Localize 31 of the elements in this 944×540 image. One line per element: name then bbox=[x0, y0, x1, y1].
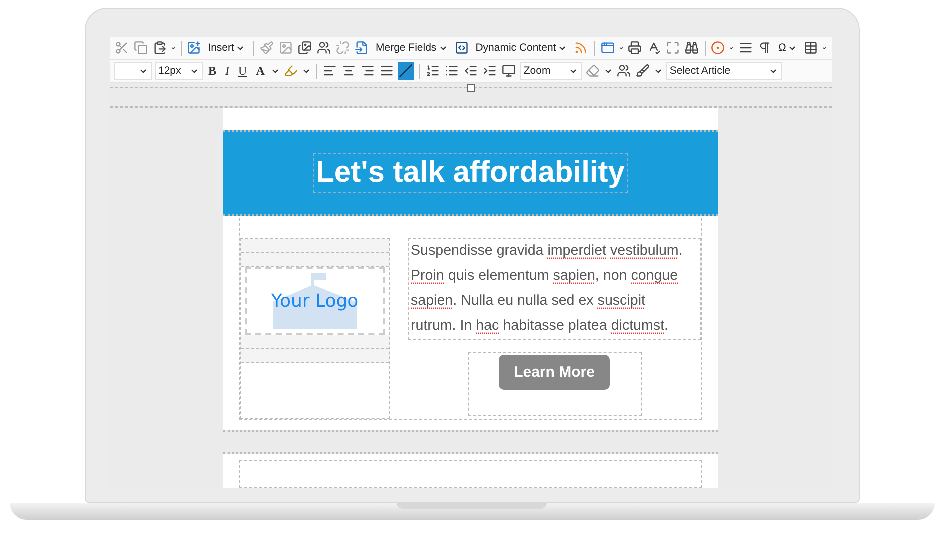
font-size-select[interactable]: 12px bbox=[154, 62, 202, 80]
font-color-button[interactable]: A bbox=[253, 64, 268, 78]
insert-menu[interactable]: Insert bbox=[205, 39, 248, 57]
dynamic-content-menu[interactable]: Dynamic Content bbox=[472, 39, 570, 57]
table-icon[interactable] bbox=[803, 39, 820, 57]
images-icon[interactable] bbox=[296, 39, 313, 57]
brush-icon[interactable] bbox=[634, 62, 651, 80]
people-icon[interactable] bbox=[316, 39, 332, 57]
slash-icon[interactable] bbox=[398, 62, 414, 80]
underline-button[interactable]: U bbox=[236, 64, 250, 78]
learn-more-button[interactable]: Learn More bbox=[499, 355, 610, 390]
symbol-menu[interactable]: Ω bbox=[776, 39, 800, 57]
logo-text: Your Logo bbox=[271, 290, 359, 312]
header-title: Let's talk affordability bbox=[313, 153, 628, 193]
eraser-icon[interactable] bbox=[584, 62, 601, 80]
cut-icon[interactable] bbox=[114, 39, 130, 57]
people-icon[interactable] bbox=[616, 62, 632, 80]
resize-handle[interactable] bbox=[466, 84, 474, 92]
bracket-icon[interactable] bbox=[454, 39, 470, 57]
zoom-select[interactable]: Zoom bbox=[520, 62, 582, 80]
target-icon[interactable] bbox=[710, 39, 726, 57]
image-icon[interactable] bbox=[186, 39, 202, 57]
italic-button[interactable]: I bbox=[222, 64, 233, 78]
monitor-icon[interactable] bbox=[500, 62, 517, 80]
print-icon[interactable] bbox=[626, 39, 643, 57]
binoculars-icon[interactable] bbox=[684, 39, 700, 57]
article-select[interactable]: Select Article bbox=[666, 62, 782, 80]
bold-button[interactable]: B bbox=[206, 64, 220, 78]
file-icon[interactable] bbox=[354, 39, 370, 57]
merge-fields-menu[interactable]: Merge Fields bbox=[372, 39, 451, 57]
body-paragraph: Suspendisse gravida imperdiet vestibulum. Proin quis elementum sapien, non congue sapien. Nulla eu nulla sed ex suscipit rutrum. In hac habitasse platea dictumst. bbox=[408, 238, 701, 340]
